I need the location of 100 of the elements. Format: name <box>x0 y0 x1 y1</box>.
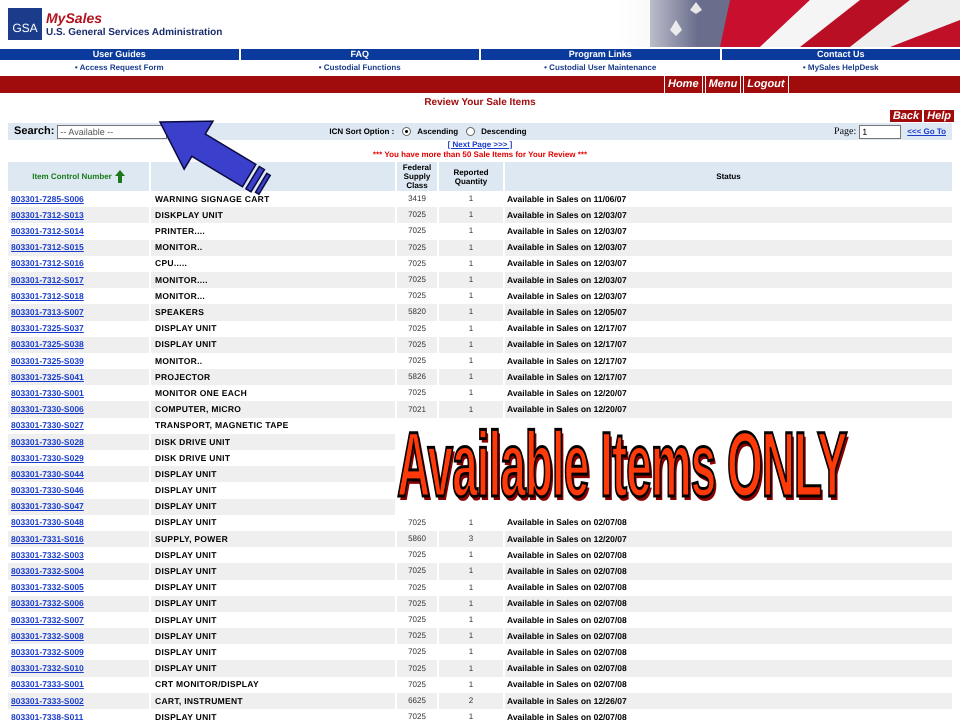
item-link[interactable]: 803301-7312-S018 <box>11 290 84 303</box>
table-cell: DISPLAY UNIT <box>151 336 395 353</box>
sort-label: ICN Sort Option : <box>329 126 394 138</box>
nav-button[interactable]: Menu <box>704 76 742 93</box>
nav-heading: Program Links <box>481 49 720 60</box>
item-link[interactable]: 803301-7330-S044 <box>11 468 84 481</box>
table-cell: Available in Sales on 12/17/07 <box>505 369 952 386</box>
radio-label: Descending <box>481 126 526 138</box>
nav-link[interactable]: • MySales HelpDesk <box>802 62 879 74</box>
table-cell: 1 <box>439 596 503 612</box>
table-cell: 1 <box>439 240 503 256</box>
table-cell: 7025 <box>397 596 437 612</box>
item-link[interactable]: 803301-7330-S029 <box>11 452 84 464</box>
next-page-link[interactable]: [ Next Page >>> ] <box>448 140 512 150</box>
table-cell: Available in Sales on 02/07/08 <box>505 628 952 644</box>
radio-label: Ascending <box>417 126 458 138</box>
item-link[interactable]: 803301-7330-S048 <box>11 516 84 530</box>
item-link[interactable]: 803301-7312-S013 <box>11 208 84 222</box>
site-name: MySales <box>46 10 104 26</box>
item-link[interactable]: 803301-7325-S041 <box>11 370 84 384</box>
nav-link[interactable]: • Custodial Functions <box>318 62 401 74</box>
item-link[interactable]: 803301-7325-S038 <box>11 338 84 352</box>
table-cell: Available in Sales on 12/17/07 <box>505 336 952 353</box>
table-cell: 5826 <box>397 369 437 386</box>
table-cell: SUPPLY, POWER <box>151 530 395 548</box>
table-cell: 5820 <box>397 304 437 320</box>
item-link[interactable]: 803301-7330-S027 <box>11 419 84 432</box>
table-cell: SPEAKERS <box>151 304 395 320</box>
item-link[interactable]: 803301-7332-S009 <box>11 646 84 659</box>
go-to-link[interactable]: <<< Go To <box>907 126 946 138</box>
radio-button[interactable] <box>466 127 476 136</box>
nav-link[interactable]: • Access Request Form <box>74 62 164 74</box>
column-header[interactable]: Item Control Number <box>8 162 149 191</box>
item-link[interactable]: 803301-7330-S047 <box>11 500 84 514</box>
table-cell: 2 <box>439 692 503 709</box>
item-link[interactable]: 803301-7332-S004 <box>11 565 84 578</box>
nav-heading: FAQ <box>240 49 479 60</box>
item-link[interactable]: 803301-7312-S014 <box>11 225 84 238</box>
item-link[interactable]: 803301-7332-S003 <box>11 548 84 562</box>
item-link[interactable]: 803301-7330-S028 <box>11 436 84 448</box>
item-link[interactable]: 803301-7330-S046 <box>11 484 84 497</box>
sort-up-arrow-icon <box>114 170 125 183</box>
item-link[interactable]: 803301-7332-S006 <box>11 597 84 610</box>
table-cell: Available in Sales on 12/03/07 <box>505 272 952 288</box>
notice-text: *** You have more than 50 Sale Items for Your Review *** <box>372 150 588 160</box>
item-link[interactable]: 803301-7325-S039 <box>11 354 84 368</box>
table-cell: 1 <box>439 401 503 418</box>
item-link[interactable]: 803301-7285-S006 <box>11 192 84 206</box>
table-cell: 7021 <box>397 401 437 418</box>
table-cell: 7025 <box>397 336 437 353</box>
item-link[interactable]: 803301-7332-S008 <box>11 630 84 643</box>
item-link[interactable]: 803301-7331-S016 <box>11 532 84 546</box>
page-button[interactable]: Back <box>890 110 922 122</box>
table-cell: Available in Sales on 12/26/07 <box>505 692 952 709</box>
item-link[interactable]: 803301-7312-S017 <box>11 274 84 286</box>
item-link[interactable]: 803301-7330-S001 <box>11 386 84 400</box>
table-cell: DISPLAY UNIT <box>151 628 395 644</box>
item-link[interactable]: 803301-7333-S001 <box>11 678 84 692</box>
item-link[interactable]: 803301-7312-S015 <box>11 241 84 254</box>
logo: GSA <box>8 8 42 40</box>
item-link[interactable]: 803301-7325-S037 <box>11 322 84 335</box>
table-cell: MONITOR.. <box>151 240 395 256</box>
column-header: Federal Supply Class <box>397 162 437 191</box>
table-cell: Available in Sales on 12/03/07 <box>505 240 952 256</box>
table-cell: 1 <box>439 207 503 224</box>
table-cell: Available in Sales on 02/07/08 <box>505 660 952 677</box>
column-header: Status <box>505 162 952 191</box>
table-cell: 1 <box>439 660 503 677</box>
radio-button[interactable] <box>402 127 412 136</box>
table-cell: 1 <box>439 369 503 386</box>
table-cell: Available in Sales on 12/20/07 <box>505 401 952 418</box>
table-cell: DISPLAY UNIT <box>151 498 395 515</box>
item-link[interactable]: 803301-7332-S005 <box>11 581 84 594</box>
item-link[interactable]: 803301-7312-S016 <box>11 257 84 270</box>
item-link[interactable]: 803301-7333-S002 <box>11 694 84 708</box>
table-cell: 1 <box>439 272 503 288</box>
item-link[interactable]: 803301-7332-S010 <box>11 662 84 675</box>
agency-name: U.S. General Services Administration <box>46 26 222 40</box>
table-cell: CART, INSTRUMENT <box>151 692 395 709</box>
nav-heading: Contact Us <box>722 49 960 60</box>
page-field[interactable]: 1 <box>859 124 902 138</box>
item-link[interactable]: 803301-7338-S011 <box>11 710 84 720</box>
table-cell: Available in Sales on 02/07/08 <box>505 596 952 612</box>
table-cell: 7025 <box>397 207 437 224</box>
nav-button[interactable]: Logout <box>743 76 789 93</box>
table-cell: 1 <box>439 304 503 320</box>
table-cell: 5860 <box>397 530 437 548</box>
nav-link[interactable]: • Custodial User Maintenance <box>544 62 656 74</box>
table-cell: DISPLAY UNIT <box>151 466 395 482</box>
table-cell: MONITOR.... <box>151 272 395 288</box>
table-cell: 3 <box>439 530 503 548</box>
page-label: Page: <box>834 125 856 139</box>
table-cell: PROJECTOR <box>151 369 395 386</box>
search-field[interactable]: -- Available -- <box>57 124 168 138</box>
page-button[interactable]: Help <box>924 110 954 122</box>
item-link[interactable]: 803301-7313-S007 <box>11 306 84 319</box>
item-link[interactable]: 803301-7332-S007 <box>11 614 84 626</box>
nav-button[interactable]: Home <box>664 76 703 93</box>
nav-heading: User Guides <box>0 49 238 60</box>
item-link[interactable]: 803301-7330-S006 <box>11 403 84 416</box>
